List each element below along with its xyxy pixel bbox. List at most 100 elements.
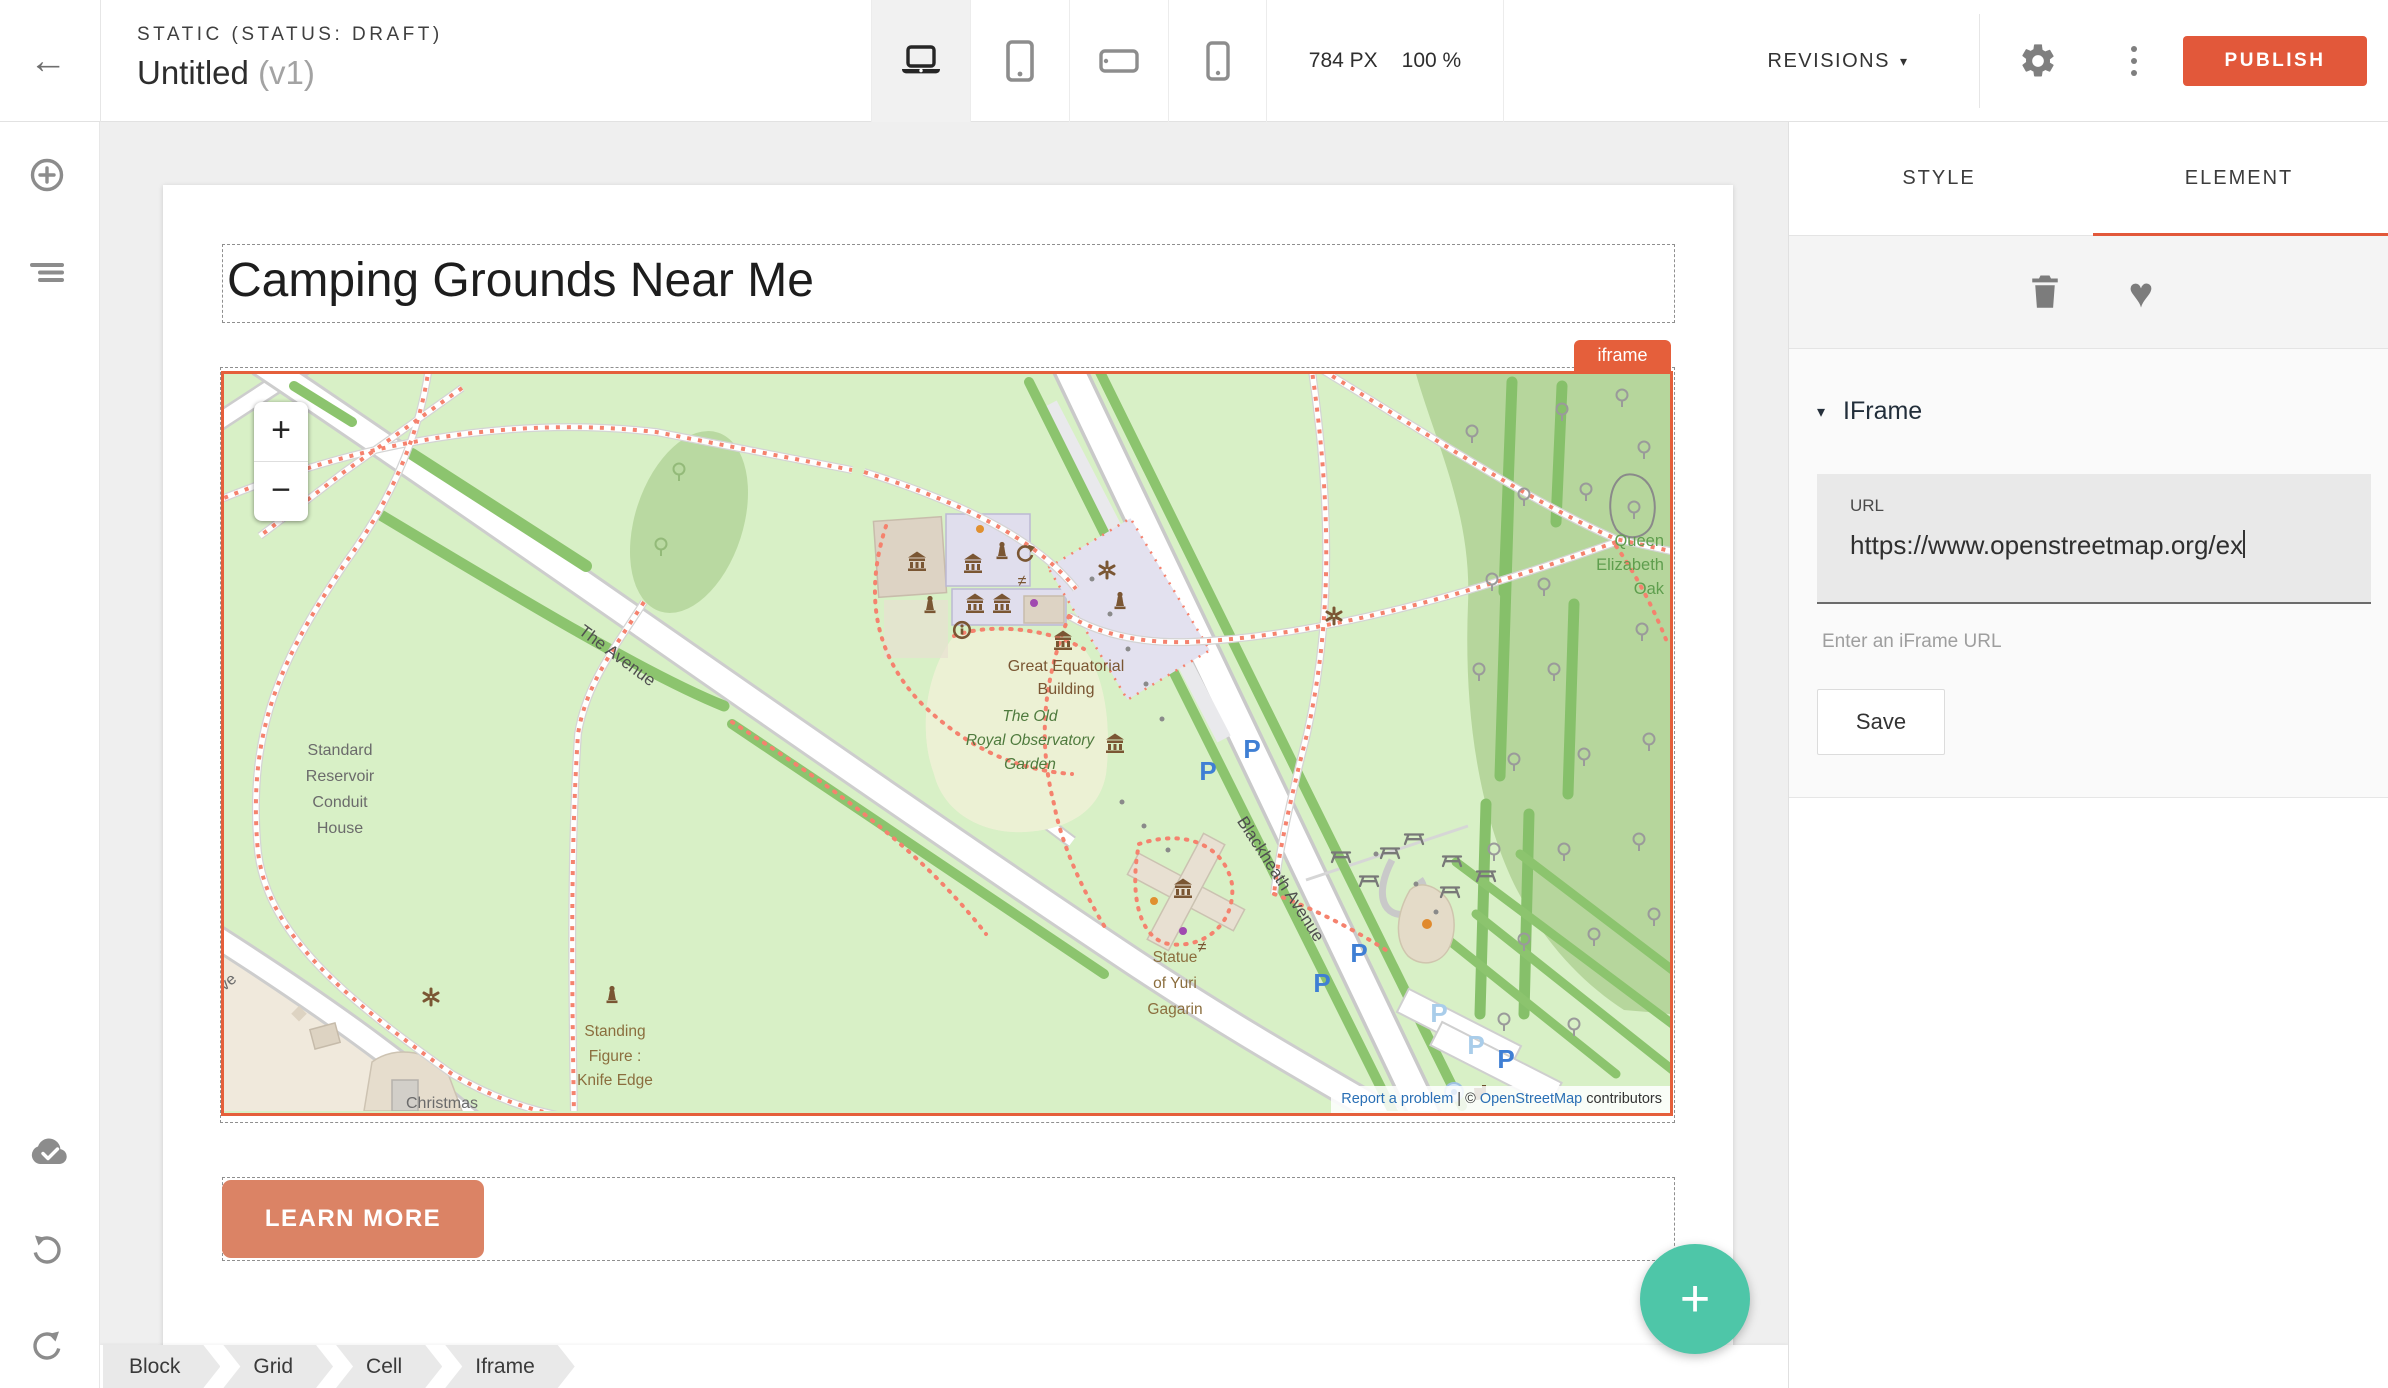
- map-label: Oak: [1634, 580, 1665, 598]
- map-zoom-out-button[interactable]: −: [254, 462, 308, 521]
- plus-circle-icon: [27, 155, 67, 195]
- publish-button[interactable]: PUBLISH: [2183, 36, 2367, 86]
- menu-lines-icon: [27, 251, 67, 291]
- url-field-label: URL: [1850, 496, 1884, 516]
- iframe-element[interactable]: iframe: [221, 371, 1673, 1116]
- back-arrow-icon[interactable]: ←: [24, 38, 72, 86]
- url-field-value: https://www.openstreetmap.org/ex: [1850, 530, 2367, 561]
- url-text: https://www.openstreetmap.org/ex: [1850, 530, 2243, 560]
- breadcrumb-grid[interactable]: Grid: [223, 1345, 333, 1388]
- revisions-dropdown[interactable]: REVISIONS ▾: [1738, 0, 1938, 122]
- parking-marker: P: [1199, 756, 1216, 786]
- url-helper-text: Enter an iFrame URL: [1822, 631, 2002, 653]
- document-title-block: STATIC (STATUS: DRAFT) Untitled (v1): [137, 24, 443, 92]
- map-attribution: Report a problem | © OpenStreetMap contr…: [1331, 1086, 1670, 1113]
- viewport-info: 784 PX 100 %: [1267, 0, 1504, 122]
- undo-icon: [27, 1230, 67, 1270]
- divider: [100, 0, 101, 122]
- iframe-section-header[interactable]: ▾ IFrame: [1817, 397, 1922, 426]
- map-label: Royal Observatory: [966, 732, 1096, 749]
- device-landscape-button[interactable]: [1069, 0, 1168, 122]
- element-actions-strip: ♥: [1789, 236, 2388, 349]
- layers-menu-button[interactable]: [27, 251, 67, 291]
- plus-icon: +: [1640, 1247, 1750, 1351]
- device-desktop-button[interactable]: [871, 0, 970, 122]
- report-problem-link[interactable]: Report a problem: [1341, 1091, 1453, 1107]
- map-label: House: [317, 820, 363, 837]
- canvas-workspace: Camping Grounds Near Me iframe: [100, 122, 1788, 1388]
- button-cell[interactable]: LEARN MORE: [222, 1177, 1675, 1261]
- map-label: Gagarin: [1147, 1001, 1202, 1018]
- element-breadcrumb: Block Grid Cell Iframe: [100, 1345, 1788, 1388]
- map-label: Queen: [1614, 532, 1664, 550]
- divider: [1979, 14, 1980, 108]
- breadcrumb-iframe[interactable]: Iframe: [445, 1345, 575, 1388]
- openstreetmap-link[interactable]: OpenStreetMap: [1480, 1091, 1582, 1107]
- map-label: Elizabeth: [1596, 556, 1664, 574]
- openstreetmap-embed[interactable]: The Avenue Blackheath Avenue Standard Re…: [224, 374, 1670, 1111]
- tab-style[interactable]: STYLE: [1789, 122, 2089, 235]
- editor-window: ← STATIC (STATUS: DRAFT) Untitled (v1) 7…: [0, 0, 2388, 1388]
- map-label: Figure :: [589, 1048, 642, 1065]
- parking-marker: P: [1313, 968, 1330, 998]
- save-button[interactable]: Save: [1817, 689, 1945, 755]
- device-phone-button[interactable]: [1168, 0, 1267, 122]
- map-label: The Old: [1002, 708, 1059, 725]
- viewport-width: 784 PX: [1309, 49, 1378, 73]
- redo-button[interactable]: [27, 1326, 67, 1366]
- tablet-icon: [1005, 40, 1035, 82]
- map-label: Great Equatorial: [1008, 658, 1125, 675]
- breadcrumb-block[interactable]: Block: [103, 1345, 220, 1388]
- attribution-contributors: contributors: [1582, 1091, 1662, 1107]
- parking-marker: P: [1350, 938, 1367, 968]
- map-label: Building: [1038, 681, 1095, 698]
- cloud-check-icon: [27, 1135, 73, 1171]
- laptop-icon: [898, 43, 944, 79]
- map-label: Conduit: [312, 794, 368, 811]
- parking-marker: P: [1467, 1030, 1484, 1060]
- map-label: Reservoir: [306, 768, 375, 785]
- page-canvas: Camping Grounds Near Me iframe: [163, 185, 1733, 1388]
- device-tablet-button[interactable]: [970, 0, 1069, 122]
- chevron-down-icon: ▾: [1900, 53, 1909, 70]
- document-title: Untitled (v1): [137, 54, 443, 92]
- delete-element-button[interactable]: [2023, 272, 2067, 316]
- undo-button[interactable]: [27, 1230, 67, 1270]
- map-label: Knife Edge: [577, 1072, 653, 1089]
- iframe-settings-section: ▾ IFrame URL https://www.openstreetmap.o…: [1789, 349, 2388, 798]
- top-toolbar: ← STATIC (STATUS: DRAFT) Untitled (v1) 7…: [0, 0, 2388, 122]
- breadcrumb-cell[interactable]: Cell: [336, 1345, 442, 1388]
- save-status-button[interactable]: [27, 1135, 67, 1175]
- heading-cell-selected[interactable]: Camping Grounds Near Me: [222, 244, 1675, 323]
- inspector-tabs: STYLE ELEMENT: [1789, 122, 2388, 236]
- url-input-field[interactable]: URL https://www.openstreetmap.org/ex: [1817, 474, 2371, 604]
- add-block-fab[interactable]: +: [1640, 1244, 1750, 1354]
- map-zoom-in-button[interactable]: +: [254, 402, 308, 461]
- settings-button[interactable]: [2018, 41, 2058, 81]
- map-label: Standard: [308, 742, 373, 759]
- more-options-button[interactable]: [2116, 41, 2152, 81]
- zoom-percentage: 100 %: [1402, 49, 1462, 73]
- device-preview-switcher: [871, 0, 1267, 122]
- parking-marker: P: [1497, 1044, 1514, 1074]
- phone-icon: [1205, 41, 1231, 81]
- chevron-down-icon: ▾: [1817, 402, 1825, 422]
- document-version: (v1): [258, 54, 315, 91]
- map-label: of Yuri: [1153, 975, 1197, 992]
- tab-element[interactable]: ELEMENT: [2089, 122, 2388, 235]
- trash-icon: [2027, 272, 2063, 312]
- phone-landscape-icon: [1099, 48, 1139, 74]
- add-element-button[interactable]: [27, 155, 67, 195]
- map-label: Christmas: [406, 1095, 478, 1111]
- heart-icon: ♥: [2119, 272, 2163, 314]
- favorite-element-button[interactable]: ♥: [2119, 272, 2163, 316]
- map-label: Statue: [1153, 949, 1198, 966]
- gear-icon: [2018, 41, 2058, 81]
- page-title[interactable]: Camping Grounds Near Me: [227, 253, 814, 308]
- learn-more-button[interactable]: LEARN MORE: [222, 1180, 484, 1258]
- iframe-cell-selected[interactable]: iframe: [220, 367, 1675, 1123]
- parking-marker: P: [1243, 734, 1260, 764]
- document-name: Untitled: [137, 54, 249, 91]
- left-toolbar: [0, 122, 100, 1388]
- gate-marker: ≠: [1018, 573, 1027, 590]
